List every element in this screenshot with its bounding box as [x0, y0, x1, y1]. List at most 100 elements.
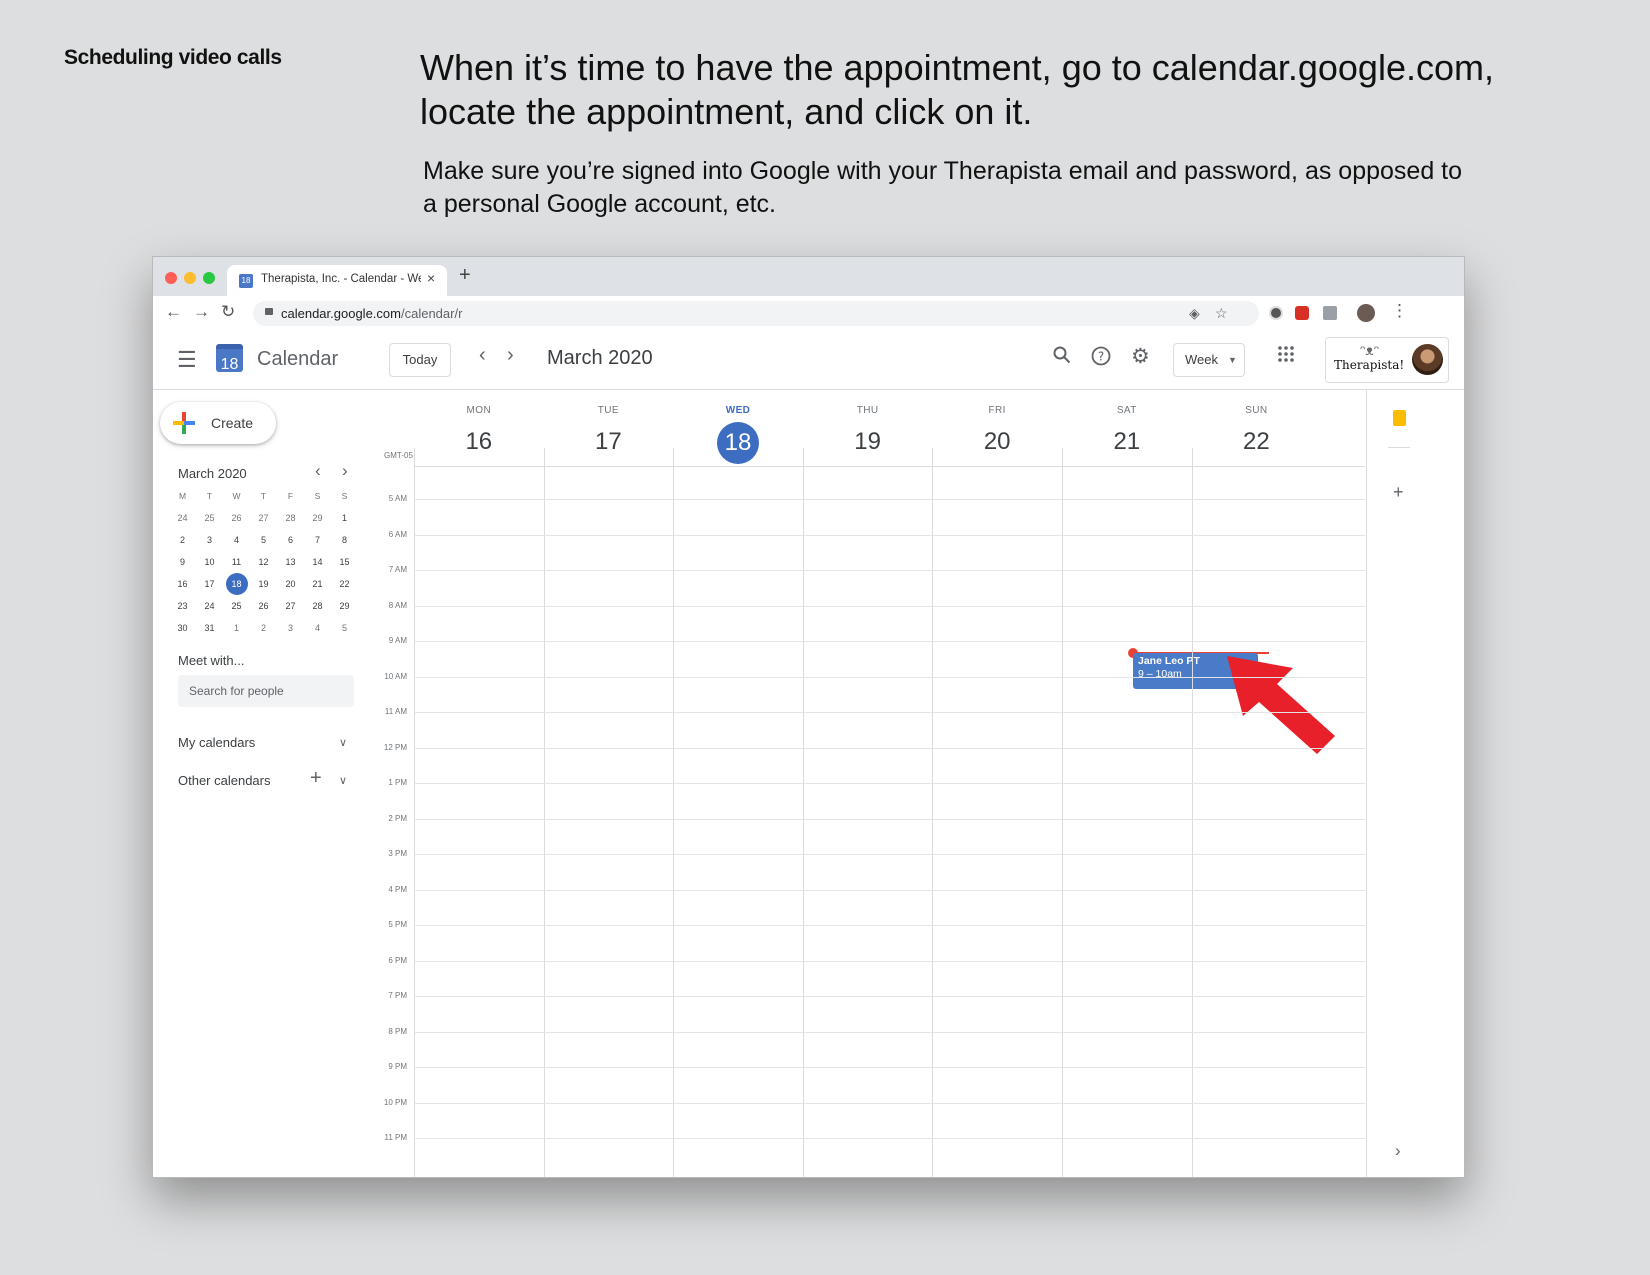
mini-calendar-title: March 2020 — [178, 466, 247, 481]
people-search-input[interactable]: Search for people — [178, 675, 354, 707]
day-number[interactable]: 21 — [1059, 422, 1195, 462]
mini-day[interactable]: 3 — [196, 529, 223, 551]
back-arrow-icon[interactable]: ← — [165, 302, 182, 322]
mini-day[interactable]: 7 — [304, 529, 331, 551]
mini-day[interactable]: 22 — [331, 573, 358, 595]
tab-close-icon[interactable]: × — [427, 270, 435, 286]
mini-day[interactable]: 6 — [277, 529, 304, 551]
eye-icon[interactable]: ◈ — [1189, 305, 1200, 322]
today-button[interactable]: Today — [389, 343, 451, 377]
side-rail — [1366, 390, 1367, 1177]
mini-day[interactable]: 14 — [304, 551, 331, 573]
date-range-title: March 2020 — [547, 347, 653, 369]
calendar-logo-icon[interactable]: 18 — [216, 344, 243, 373]
apps-grid-icon[interactable] — [1278, 346, 1294, 368]
mini-day[interactable]: 17 — [196, 573, 223, 595]
mini-day[interactable]: 26 — [223, 507, 250, 529]
expand-panel-chevron-icon[interactable]: › — [1395, 1141, 1401, 1161]
day-name: SUN — [1245, 405, 1268, 416]
star-icon[interactable]: ☆ — [1215, 305, 1228, 322]
chevron-down-icon[interactable]: ∨ — [339, 774, 347, 787]
app-title[interactable]: Calendar — [257, 348, 338, 371]
previous-week-chevron-icon[interactable]: ‹ — [479, 344, 486, 367]
mini-day[interactable]: 25 — [223, 595, 250, 617]
avatar[interactable] — [1412, 344, 1443, 375]
mini-next-chevron-icon[interactable]: › — [342, 461, 348, 481]
mini-day[interactable]: 3 — [277, 617, 304, 639]
address-bar[interactable]: calendar.google.com/calendar/r ◈ ☆ — [253, 301, 1259, 326]
mini-day[interactable]: 21 — [304, 573, 331, 595]
keep-icon[interactable] — [1393, 410, 1406, 426]
mini-day[interactable]: 24 — [169, 507, 196, 529]
hamburger-icon[interactable]: ☰ — [177, 347, 197, 373]
close-window-button[interactable] — [165, 272, 177, 284]
new-tab-button[interactable]: + — [459, 264, 471, 287]
mini-day[interactable]: 9 — [169, 551, 196, 573]
hour-label: 12 PM — [383, 742, 407, 752]
create-button[interactable]: Create — [160, 402, 276, 444]
mini-day[interactable]: 2 — [250, 617, 277, 639]
headline: When it’s time to have the appointment, … — [420, 47, 1494, 132]
day-number[interactable]: 20 — [929, 422, 1065, 462]
day-number[interactable]: 19 — [800, 422, 936, 462]
mini-day[interactable]: 20 — [277, 573, 304, 595]
view-selector[interactable]: Week ▼ — [1173, 343, 1245, 377]
mini-day[interactable]: 27 — [277, 595, 304, 617]
mini-day[interactable]: 19 — [250, 573, 277, 595]
help-icon[interactable]: ? — [1091, 346, 1111, 372]
mini-day[interactable]: 29 — [331, 595, 358, 617]
chevron-down-icon[interactable]: ∨ — [339, 736, 347, 749]
mini-day[interactable]: 30 — [169, 617, 196, 639]
mini-day[interactable]: 13 — [277, 551, 304, 573]
browser-menu-icon[interactable]: ⋮ — [1391, 301, 1408, 321]
day-number[interactable]: 18 — [670, 422, 806, 464]
mini-day[interactable]: 10 — [196, 551, 223, 573]
mini-day[interactable]: 4 — [223, 529, 250, 551]
timezone-label: GMT-05 — [384, 451, 413, 460]
mini-day[interactable]: 11 — [223, 551, 250, 573]
minimize-window-button[interactable] — [184, 272, 196, 284]
mini-day[interactable]: 15 — [331, 551, 358, 573]
add-icon[interactable]: + — [1393, 482, 1404, 503]
mini-day[interactable]: 23 — [169, 595, 196, 617]
mini-day[interactable]: 5 — [250, 529, 277, 551]
day-number[interactable]: 16 — [411, 422, 547, 462]
mini-day[interactable]: 25 — [196, 507, 223, 529]
mini-day[interactable]: 27 — [250, 507, 277, 529]
day-number[interactable]: 17 — [540, 422, 676, 462]
account-button[interactable]: ᵔᴥᵔ Therapista! — [1325, 337, 1449, 383]
mini-day[interactable]: 26 — [250, 595, 277, 617]
my-calendars-toggle[interactable]: My calendars — [178, 735, 255, 750]
next-week-chevron-icon[interactable]: › — [507, 344, 514, 367]
extension-icon[interactable] — [1269, 306, 1283, 320]
mini-day[interactable]: 2 — [169, 529, 196, 551]
search-icon[interactable] — [1053, 346, 1071, 370]
maximize-window-button[interactable] — [203, 272, 215, 284]
add-calendar-icon[interactable]: + — [310, 767, 322, 790]
mini-day[interactable]: 1 — [223, 617, 250, 639]
forward-arrow-icon[interactable]: → — [193, 302, 210, 322]
mini-day-selected[interactable]: 18 — [223, 573, 250, 595]
mini-day[interactable]: 28 — [277, 507, 304, 529]
weekday-label: W — [232, 491, 241, 501]
mini-prev-chevron-icon[interactable]: ‹ — [315, 461, 321, 481]
mini-day[interactable]: 28 — [304, 595, 331, 617]
extension-icon[interactable] — [1323, 306, 1337, 320]
mini-day[interactable]: 12 — [250, 551, 277, 573]
other-calendars-toggle[interactable]: Other calendars — [178, 773, 271, 788]
mini-day[interactable]: 8 — [331, 529, 358, 551]
settings-icon[interactable]: ⚙ — [1131, 344, 1150, 369]
extension-icon[interactable] — [1295, 306, 1309, 320]
mini-day[interactable]: 1 — [331, 507, 358, 529]
browser-tab[interactable]: 18 Therapista, Inc. - Calendar - Wee × — [227, 265, 447, 296]
profile-avatar-icon[interactable] — [1357, 304, 1375, 322]
mini-day[interactable]: 4 — [304, 617, 331, 639]
mini-day[interactable]: 5 — [331, 617, 358, 639]
mini-day[interactable]: 16 — [169, 573, 196, 595]
day-number[interactable]: 22 — [1188, 422, 1324, 462]
mini-day[interactable]: 29 — [304, 507, 331, 529]
mini-day[interactable]: 31 — [196, 617, 223, 639]
reload-icon[interactable]: ↻ — [221, 302, 235, 322]
hour-label: 4 PM — [388, 884, 407, 894]
mini-day[interactable]: 24 — [196, 595, 223, 617]
